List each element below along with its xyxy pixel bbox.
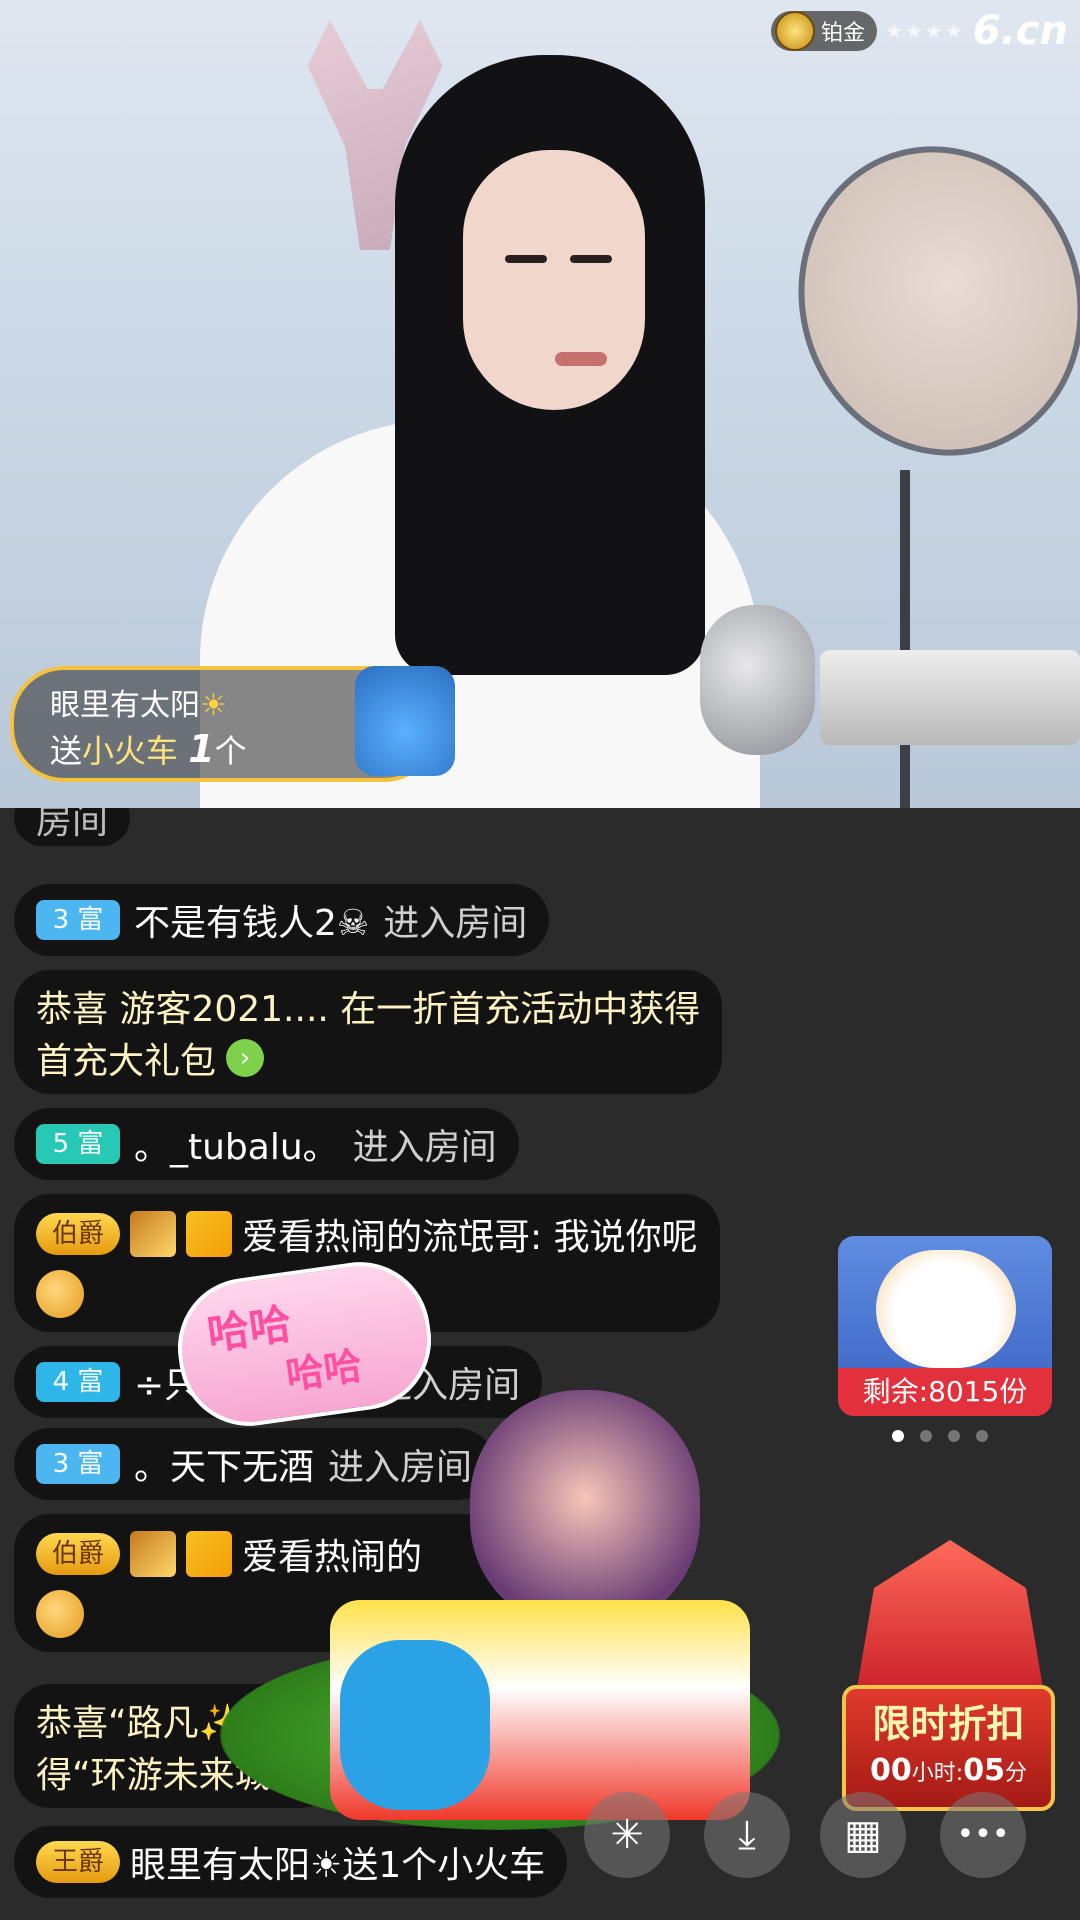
carousel-dot[interactable] xyxy=(892,1430,904,1442)
system-line-2: 首充大礼包 xyxy=(36,1041,217,1082)
noble-badge: 伯爵 xyxy=(36,1213,121,1255)
chat-row-partial: 房间 xyxy=(14,808,131,846)
countdown-hours-unit: 小时: xyxy=(911,1761,964,1786)
train-gift-icon xyxy=(355,666,455,776)
gift-box-icon xyxy=(855,1540,1045,1700)
carousel-dot[interactable] xyxy=(948,1430,960,1442)
carousel-dot[interactable] xyxy=(920,1430,932,1442)
chat-action: 进入房间 xyxy=(383,903,528,944)
emoji-icon xyxy=(36,1270,84,1318)
microphone xyxy=(700,605,815,755)
gift-count: 1 xyxy=(188,727,215,771)
discount-title: 限时折扣 xyxy=(872,1702,1025,1746)
medal-icon xyxy=(775,11,816,51)
gift-animation-elephant xyxy=(340,1640,490,1810)
system-message[interactable]: 恭喜 游客2021.... 在一折首充活动中获得 首充大礼包 › xyxy=(14,970,723,1094)
chat-user[interactable]: 爱看热闹的 xyxy=(242,1528,422,1580)
host-eye-left xyxy=(505,255,547,263)
download-icon: ⤓ xyxy=(738,1812,756,1858)
sparkle-button[interactable]: ✳ xyxy=(584,1792,670,1878)
grid-icon: ▦ xyxy=(844,1812,882,1858)
chevron-right-icon[interactable]: › xyxy=(226,1039,265,1077)
star-rating: ★★★★ xyxy=(885,19,965,43)
countdown-minutes: 05 xyxy=(963,1753,1005,1788)
chat-text: 我说你呢 xyxy=(553,1217,698,1258)
discount-countdown: 00小时:05分 xyxy=(846,1753,1051,1788)
lucky-cat-promo[interactable]: 剩余:8015份 xyxy=(838,1236,1052,1416)
chat-user[interactable]: 不是有钱人2☠ xyxy=(134,894,369,946)
host-face xyxy=(463,150,645,410)
wealth-level-badge: 5 富 xyxy=(36,1124,120,1164)
download-button[interactable]: ⤓ xyxy=(704,1792,790,1878)
wealth-level-badge: 4 富 xyxy=(36,1362,120,1402)
countdown-hours: 00 xyxy=(870,1753,912,1788)
stream-brand: 铂金 ★★★★ 6.cn xyxy=(771,8,1068,54)
chat-action: 进入房间 xyxy=(328,1447,473,1488)
bubble-line-1: 哈哈 xyxy=(204,1298,295,1360)
wealth-level-badge: 3 富 xyxy=(36,1444,120,1484)
carousel-dots[interactable] xyxy=(892,1430,988,1442)
gift-prefix: 送 xyxy=(50,732,83,770)
lucky-cat-icon xyxy=(876,1250,1016,1368)
chat-row[interactable]: 王爵 眼里有太阳☀ 送1个小火车 xyxy=(14,1826,568,1898)
countdown-minutes-unit: 分 xyxy=(1004,1761,1027,1786)
chat-user[interactable]: 。天下无酒 xyxy=(134,1438,314,1490)
gift-unit: 个 xyxy=(214,732,247,770)
live-video[interactable]: 铂金 ★★★★ 6.cn 眼里有太阳☀ 送小火车 1个 xyxy=(0,0,1080,808)
bubble-line-2: 哈哈 xyxy=(283,1343,365,1398)
more-icon: ••• xyxy=(956,1817,1010,1852)
host-level-badge[interactable]: 铂金 xyxy=(771,11,878,51)
site-logo: 6.cn xyxy=(972,8,1068,54)
gold-bar-icon xyxy=(130,1211,177,1257)
chat-partial-text: 房间 xyxy=(36,808,109,842)
gift-sender: 眼里有太阳 xyxy=(50,688,200,723)
chat-user[interactable]: 。_tubalu。 xyxy=(134,1118,339,1170)
fan-prop xyxy=(758,109,1080,493)
limited-discount-button[interactable]: 限时折扣 00小时:05分 xyxy=(842,1685,1055,1811)
user-badge-icon xyxy=(186,1211,233,1257)
gift-animation-jester xyxy=(470,1390,700,1630)
chat-user[interactable]: 眼里有太阳☀ xyxy=(130,1836,342,1888)
chat-text: 送1个小火车 xyxy=(342,1845,546,1886)
emoji-icon xyxy=(36,1590,84,1638)
host-eye-right xyxy=(570,255,612,263)
more-button[interactable]: ••• xyxy=(940,1792,1026,1878)
noble-badge: 伯爵 xyxy=(36,1533,121,1575)
chat-user[interactable]: 爱看热闹的流氓哥: xyxy=(242,1208,542,1260)
chat-action: 进入房间 xyxy=(352,1127,497,1168)
chat-row[interactable]: 3 富 。天下无酒 进入房间 xyxy=(14,1428,495,1500)
chat-row[interactable]: 3 富 不是有钱人2☠ 进入房间 xyxy=(14,884,550,956)
user-badge-icon xyxy=(186,1531,233,1577)
noble-badge: 王爵 xyxy=(36,1841,121,1883)
tripod-stand xyxy=(900,470,910,808)
mic-arm xyxy=(820,650,1080,745)
wealth-level-badge: 3 富 xyxy=(36,900,120,940)
gold-bar-icon xyxy=(130,1531,177,1577)
sun-icon: ☀ xyxy=(200,688,227,723)
promo-stock: 剩余:8015份 xyxy=(838,1368,1052,1416)
chat-row[interactable]: 5 富 。_tubalu。 进入房间 xyxy=(14,1108,519,1180)
sparkle-icon: ✳ xyxy=(610,1812,644,1858)
host-mouth xyxy=(555,352,607,366)
system-line-1: 恭喜 游客2021.... 在一折首充活动中获得 xyxy=(36,989,701,1030)
grid-menu-button[interactable]: ▦ xyxy=(820,1792,906,1878)
carousel-dot[interactable] xyxy=(976,1430,988,1442)
gift-name: 小火车 xyxy=(82,732,179,770)
level-label: 铂金 xyxy=(821,21,866,46)
